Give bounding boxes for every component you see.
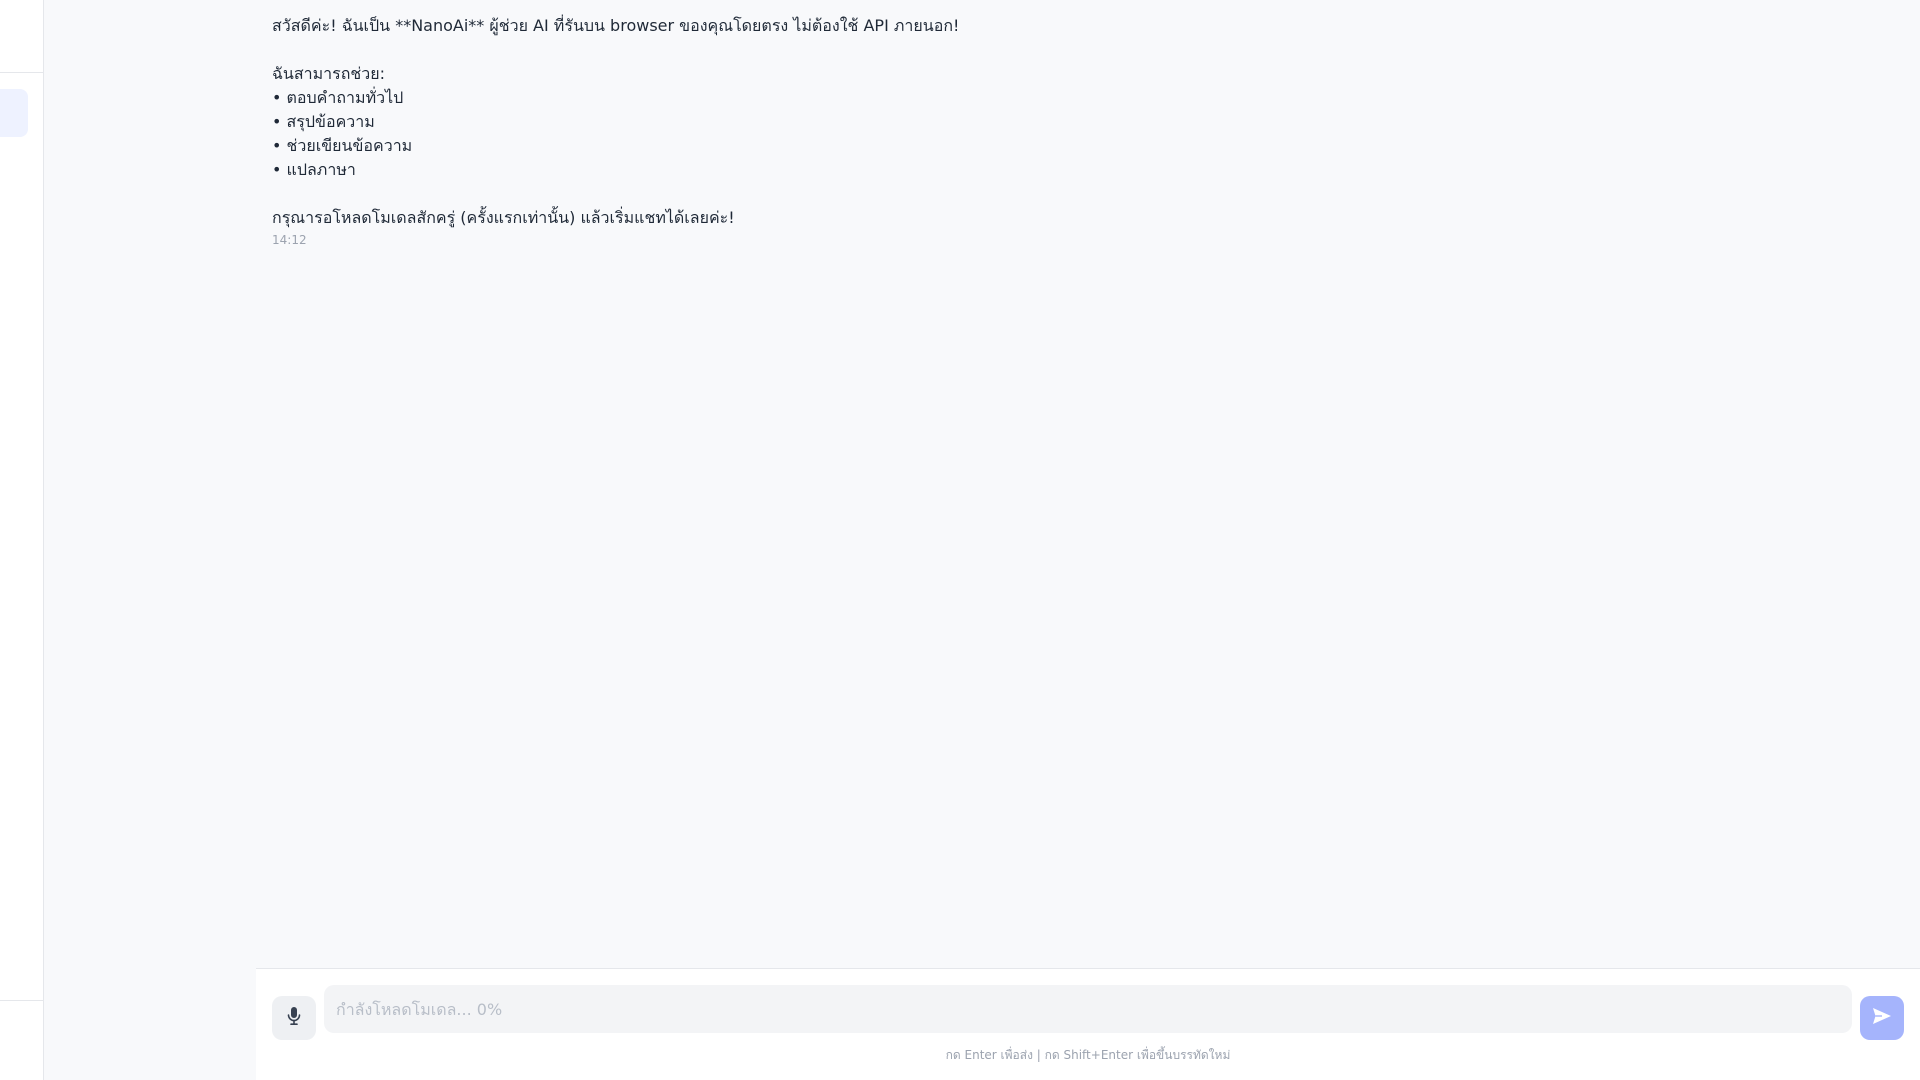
gutter xyxy=(44,0,256,1080)
message-input[interactable] xyxy=(324,985,1852,1033)
message-spacer xyxy=(272,38,1672,62)
message-line: กรุณารอโหลดโมเดลสักครู่ (ครั้งแรกเท่านั้… xyxy=(272,208,735,227)
send-icon xyxy=(1872,1007,1892,1029)
sidebar-divider xyxy=(0,1000,44,1001)
message-line: สวัสดีค่ะ! ฉันเป็น **NanoAi** ผู้ช่วย AI… xyxy=(272,16,960,35)
message-line: • ตอบคำถามทั่วไป xyxy=(272,88,404,107)
input-hint: กด Enter เพื่อส่ง | กด Shift+Enter เพื่อ… xyxy=(945,1048,1231,1062)
message-spacer xyxy=(272,182,1672,206)
sidebar-active-item[interactable] xyxy=(0,89,28,137)
message-line: • สรุปข้อความ xyxy=(272,112,375,131)
assistant-message: สวัสดีค่ะ! ฉันเป็น **NanoAi** ผู้ช่วย AI… xyxy=(272,14,1672,248)
message-timestamp: 14:12 xyxy=(272,233,307,247)
message-line: • ช่วยเขียนข้อความ xyxy=(272,136,413,155)
message-line: • แปลภาษา xyxy=(272,160,356,179)
microphone-button[interactable] xyxy=(272,996,316,1040)
send-button[interactable] xyxy=(1860,996,1904,1040)
message-line: ฉันสามารถช่วย: xyxy=(272,64,386,83)
sidebar xyxy=(0,0,44,1080)
microphone-icon xyxy=(286,1006,302,1030)
sidebar-divider xyxy=(0,72,44,73)
composer: กด Enter เพื่อส่ง | กด Shift+Enter เพื่อ… xyxy=(256,968,1920,1080)
chat-area: สวัสดีค่ะ! ฉันเป็น **NanoAi** ผู้ช่วย AI… xyxy=(256,0,1920,968)
